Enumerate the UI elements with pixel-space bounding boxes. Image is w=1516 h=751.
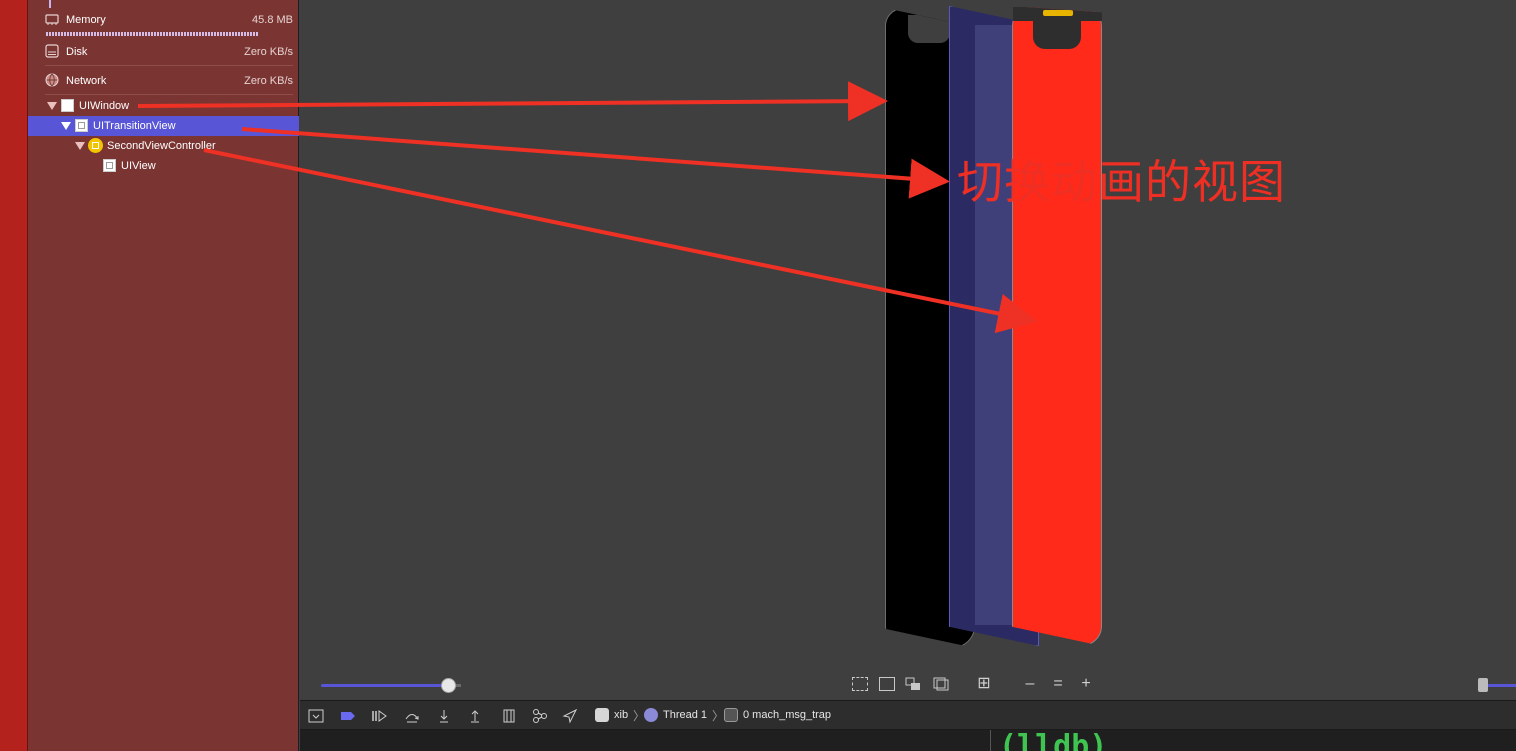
memory-graph-icon[interactable] bbox=[532, 708, 548, 724]
step-into-icon[interactable] bbox=[436, 708, 452, 724]
show-clipped-icon[interactable] bbox=[852, 677, 868, 691]
range-slider-knob[interactable] bbox=[1478, 678, 1488, 692]
view-debugger-canvas[interactable] bbox=[299, 0, 1516, 700]
view-controller-icon bbox=[88, 138, 103, 153]
continue-icon[interactable] bbox=[371, 708, 387, 724]
breadcrumb-target[interactable]: xib bbox=[614, 709, 628, 721]
zoom-reset-icon[interactable]: = bbox=[1050, 676, 1066, 692]
zoom-in-icon[interactable]: + bbox=[1078, 676, 1094, 692]
hierarchy-row-secondviewcontroller[interactable]: SecondViewController bbox=[28, 136, 299, 156]
step-over-icon[interactable] bbox=[404, 708, 420, 724]
breadcrumb-frame[interactable]: 0 mach_msg_trap bbox=[743, 709, 831, 721]
hierarchy-label: SecondViewController bbox=[107, 140, 216, 152]
app-target-icon bbox=[595, 708, 609, 722]
chevron-right-icon: 〉 bbox=[712, 709, 725, 723]
memory-value: 45.8 MB bbox=[252, 14, 293, 26]
view-object-icon bbox=[75, 119, 88, 132]
xcode-view-debugger: Memory 45.8 MB Disk Zero KB/s Network Ze… bbox=[0, 0, 1516, 751]
network-label: Network bbox=[66, 75, 107, 87]
thread-icon bbox=[644, 708, 658, 722]
debug-view-hierarchy-icon[interactable] bbox=[501, 708, 517, 724]
disclosure-triangle-icon[interactable] bbox=[61, 122, 71, 130]
disclosure-triangle-icon[interactable] bbox=[75, 142, 85, 150]
annotation-text: 切换动画的视图 bbox=[957, 155, 1286, 209]
range-slider-bar bbox=[1488, 684, 1516, 687]
hierarchy-label: UITransitionView bbox=[93, 120, 176, 132]
hierarchy-row-uitransitionview[interactable]: UITransitionView bbox=[28, 116, 299, 136]
disk-label: Disk bbox=[66, 46, 88, 58]
gauge-separator bbox=[45, 94, 293, 95]
hierarchy-row-uiview[interactable]: UIView bbox=[28, 156, 299, 176]
network-globe-icon bbox=[45, 73, 59, 87]
memory-icon bbox=[45, 14, 59, 25]
zoom-out-icon[interactable]: – bbox=[1022, 676, 1038, 692]
network-gauge[interactable]: Network Zero KB/s bbox=[45, 67, 293, 95]
uiview-red-layer[interactable] bbox=[1012, 6, 1102, 646]
lldb-prompt: (lldb) bbox=[999, 730, 1108, 751]
hide-debug-area-icon[interactable] bbox=[308, 708, 324, 724]
debug-bar: xib 〉 Thread 1 〉 0 mach_msg_trap bbox=[300, 700, 1516, 730]
memory-gauge[interactable]: Memory 45.8 MB bbox=[45, 6, 293, 36]
memory-usage-bar bbox=[46, 32, 259, 36]
disclosure-triangle-icon[interactable] bbox=[47, 102, 57, 110]
variables-view[interactable] bbox=[300, 730, 990, 751]
orient-3d-icon[interactable] bbox=[933, 677, 949, 691]
disk-value: Zero KB/s bbox=[244, 46, 293, 58]
adjust-view-mode-icon[interactable] bbox=[905, 677, 921, 691]
device-notch bbox=[1033, 19, 1081, 49]
slider-knob[interactable] bbox=[441, 678, 456, 693]
hierarchy-label: UIWindow bbox=[79, 100, 130, 112]
left-edge-strip bbox=[0, 0, 28, 751]
breakpoints-toggle-icon[interactable] bbox=[340, 708, 356, 724]
disk-gauge[interactable]: Disk Zero KB/s bbox=[45, 38, 293, 66]
disk-icon bbox=[45, 44, 59, 58]
memory-label: Memory bbox=[66, 14, 106, 26]
view-object-icon bbox=[61, 99, 74, 112]
grid-icon[interactable]: ⊞ bbox=[976, 676, 992, 692]
gauge-separator bbox=[45, 65, 293, 66]
simulate-location-icon[interactable] bbox=[562, 708, 578, 724]
step-out-icon[interactable] bbox=[467, 708, 483, 724]
hierarchy-label: UIView bbox=[121, 160, 156, 172]
layer-spacing-slider[interactable] bbox=[321, 684, 461, 687]
network-value: Zero KB/s bbox=[244, 75, 293, 87]
view-object-icon bbox=[103, 159, 116, 172]
layer-header-label bbox=[1043, 10, 1073, 16]
hierarchy-row-uiwindow[interactable]: UIWindow bbox=[28, 96, 299, 116]
console-view[interactable]: (lldb) bbox=[991, 730, 1516, 751]
stack-frame-icon bbox=[724, 708, 738, 722]
show-constraints-icon[interactable] bbox=[879, 677, 895, 691]
device-notch bbox=[908, 15, 950, 43]
breadcrumb-thread[interactable]: Thread 1 bbox=[663, 709, 707, 721]
debug-navigator: Memory 45.8 MB Disk Zero KB/s Network Ze… bbox=[28, 0, 299, 751]
range-slider[interactable] bbox=[1478, 678, 1516, 692]
